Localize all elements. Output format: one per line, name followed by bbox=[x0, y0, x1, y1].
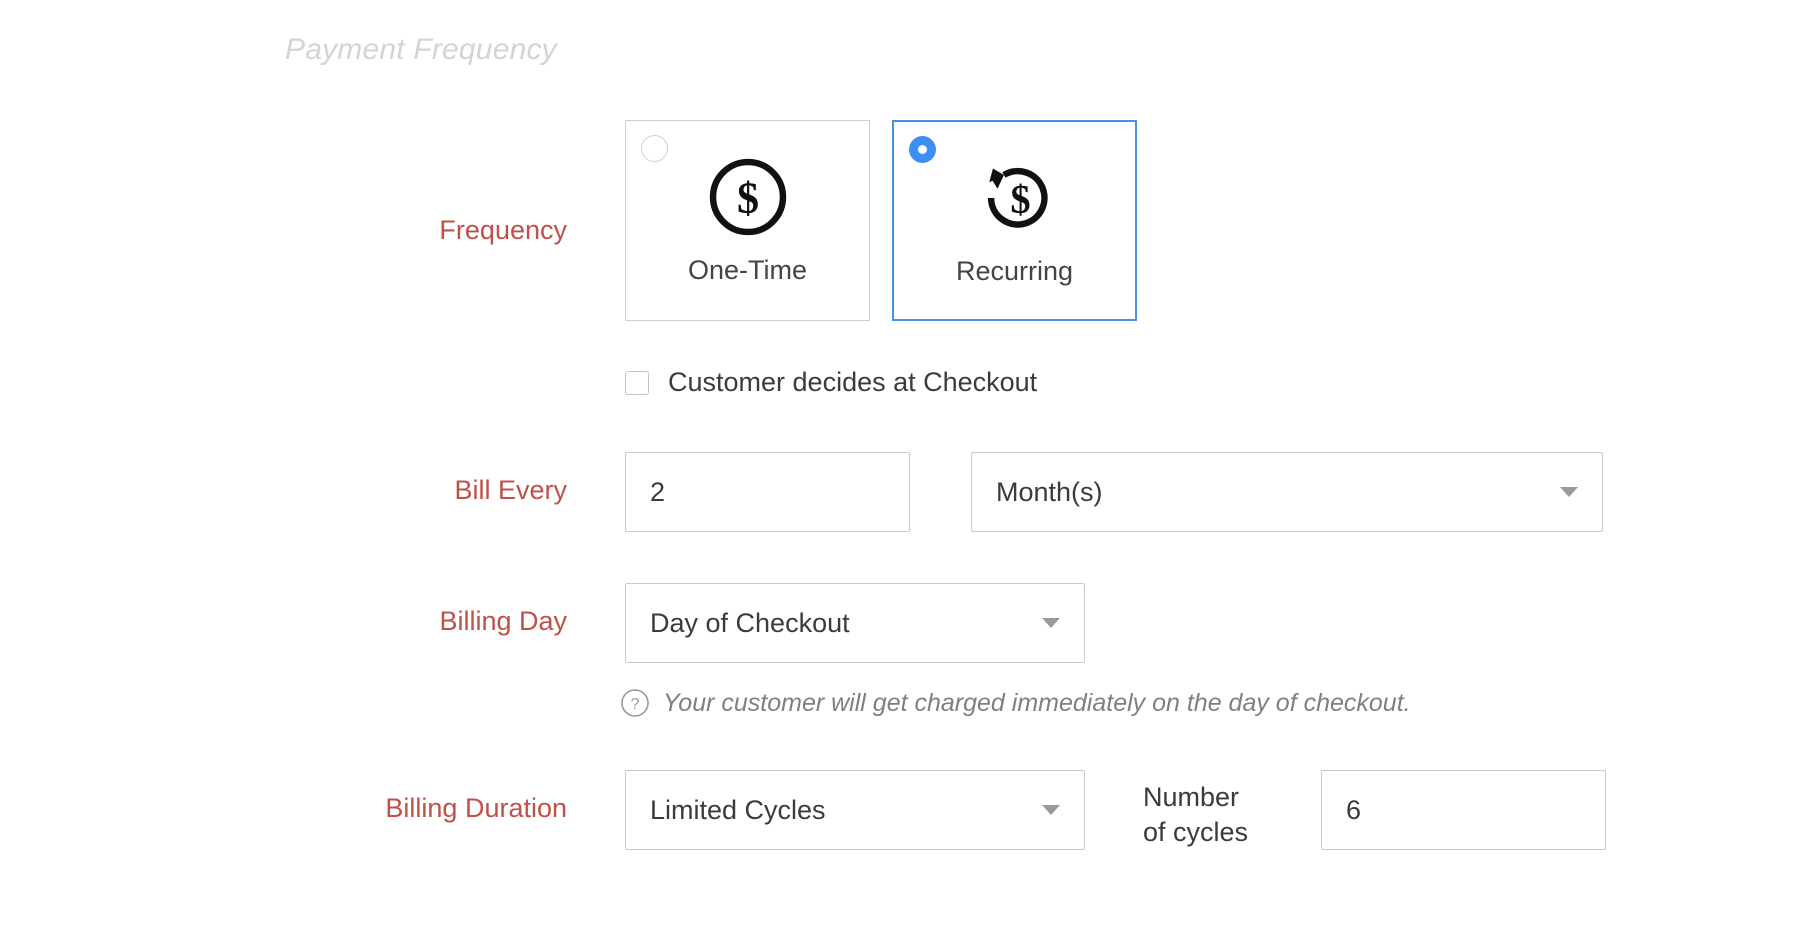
customer-decides-row: Customer decides at Checkout bbox=[0, 367, 1802, 398]
radio-recurring[interactable] bbox=[909, 136, 936, 163]
payment-frequency-form: Payment Frequency Frequency $ One-Time bbox=[0, 0, 1802, 930]
customer-decides-label[interactable]: Customer decides at Checkout bbox=[668, 367, 1037, 398]
number-of-cycles-label-line2: of cycles bbox=[1143, 815, 1293, 850]
radio-selected-dot bbox=[918, 145, 927, 154]
frequency-row: Frequency $ One-Time bbox=[0, 120, 1802, 321]
chevron-down-icon bbox=[1042, 805, 1060, 815]
frequency-option-recurring[interactable]: $ Recurring bbox=[892, 120, 1137, 321]
number-of-cycles-label-line1: Number bbox=[1143, 780, 1293, 815]
radio-one-time[interactable] bbox=[641, 135, 668, 162]
bill-every-unit-value: Month(s) bbox=[996, 477, 1103, 508]
frequency-option-label: Recurring bbox=[956, 256, 1073, 287]
section-title: Payment Frequency bbox=[285, 33, 557, 67]
billing-duration-label: Billing Duration bbox=[0, 792, 567, 824]
recurring-dollar-icon: $ bbox=[969, 152, 1061, 244]
number-of-cycles-input[interactable]: 6 bbox=[1321, 770, 1606, 850]
frequency-option-label: One-Time bbox=[688, 255, 807, 286]
bill-every-controls: 2 Month(s) bbox=[625, 452, 1603, 532]
svg-text:$: $ bbox=[1010, 177, 1030, 222]
bill-every-label: Bill Every bbox=[0, 474, 567, 506]
billing-day-label: Billing Day bbox=[0, 605, 567, 637]
question-circle-icon: ? bbox=[620, 688, 650, 718]
customer-decides-checkbox-group[interactable]: Customer decides at Checkout bbox=[625, 367, 1037, 398]
billing-day-help-text: Your customer will get charged immediate… bbox=[663, 689, 1411, 718]
dollar-circle-icon: $ bbox=[702, 151, 794, 243]
billing-day-controls: Day of Checkout bbox=[625, 583, 1085, 663]
frequency-label: Frequency bbox=[0, 214, 567, 246]
svg-text:?: ? bbox=[631, 696, 640, 713]
svg-text:$: $ bbox=[736, 174, 758, 223]
bill-every-row: Bill Every 2 Month(s) bbox=[0, 452, 1802, 532]
frequency-option-one-time[interactable]: $ One-Time bbox=[625, 120, 870, 321]
chevron-down-icon bbox=[1560, 487, 1578, 497]
billing-day-row: Billing Day Day of Checkout bbox=[0, 583, 1802, 663]
billing-duration-select[interactable]: Limited Cycles bbox=[625, 770, 1085, 850]
bill-every-amount-input[interactable]: 2 bbox=[625, 452, 910, 532]
customer-decides-checkbox[interactable] bbox=[625, 371, 649, 395]
billing-day-help: ? Your customer will get charged immedia… bbox=[620, 688, 1411, 718]
billing-day-value: Day of Checkout bbox=[650, 608, 850, 639]
billing-duration-row: Billing Duration Limited Cycles Number o… bbox=[0, 770, 1802, 850]
number-of-cycles-label: Number of cycles bbox=[1143, 780, 1293, 849]
frequency-options: $ One-Time $ Recurring bbox=[625, 120, 1137, 321]
billing-day-select[interactable]: Day of Checkout bbox=[625, 583, 1085, 663]
chevron-down-icon bbox=[1042, 618, 1060, 628]
billing-duration-controls: Limited Cycles Number of cycles 6 bbox=[625, 770, 1606, 850]
bill-every-unit-select[interactable]: Month(s) bbox=[971, 452, 1603, 532]
billing-duration-value: Limited Cycles bbox=[650, 795, 826, 826]
